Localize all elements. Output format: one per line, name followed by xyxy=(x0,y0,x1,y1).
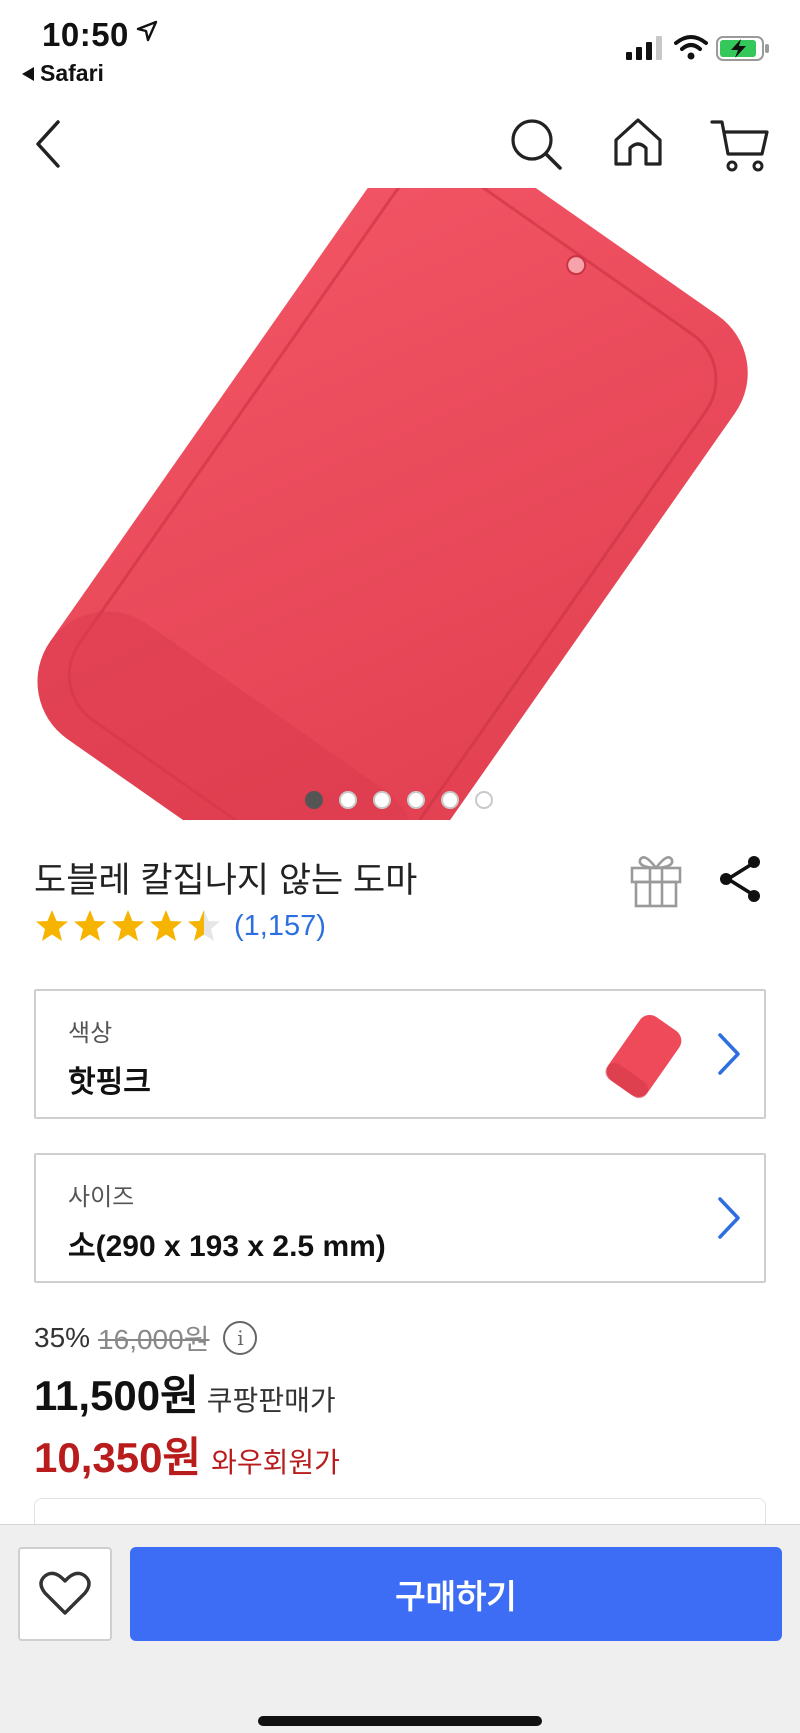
color-thumbnail xyxy=(605,1014,682,1099)
home-icon[interactable] xyxy=(610,114,666,170)
status-time: 10:50 xyxy=(42,16,129,53)
sale-price-line: 11,500원 쿠팡판매가 xyxy=(34,1362,336,1423)
size-option-selector[interactable]: 사이즈 소(290 x 193 x 2.5 mm) xyxy=(34,1153,766,1283)
back-to-safari-link[interactable]: Safari xyxy=(22,60,104,87)
image-carousel-dots xyxy=(0,791,800,809)
back-triangle-icon xyxy=(22,66,34,81)
chevron-right-icon xyxy=(718,1033,740,1075)
star-half-icon xyxy=(188,910,220,941)
gift-icon[interactable] xyxy=(628,850,684,908)
product-image[interactable] xyxy=(0,188,800,820)
wow-member-label: 와우회원가 xyxy=(211,1447,340,1478)
product-title: 도블레 칼집나지 않는 도마 xyxy=(34,861,418,900)
location-arrow-icon xyxy=(136,20,158,42)
carousel-dot[interactable] xyxy=(475,791,493,809)
price-info-icon[interactable]: i xyxy=(223,1321,258,1355)
heart-icon xyxy=(39,1571,91,1615)
back-chevron-icon[interactable] xyxy=(30,114,70,174)
size-option-label: 사이즈 xyxy=(68,1184,135,1211)
star-full-icon xyxy=(150,910,182,941)
status-bar: 10:50 Safari xyxy=(0,0,800,92)
color-option-label: 색상 xyxy=(68,1020,113,1047)
carousel-dot[interactable] xyxy=(441,791,459,809)
star-full-icon xyxy=(36,910,68,941)
discount-line: 35% 16,000원 i xyxy=(34,1318,258,1358)
share-icon[interactable] xyxy=(716,854,764,904)
chevron-right-icon xyxy=(718,1197,740,1239)
wifi-icon xyxy=(674,35,708,60)
review-count-link[interactable]: (1,157) xyxy=(234,910,326,943)
cart-icon[interactable] xyxy=(710,114,770,174)
cutting-board-image xyxy=(37,188,748,820)
rating-stars xyxy=(34,908,222,944)
battery-charging-icon xyxy=(716,36,769,61)
color-option-value: 핫핑크 xyxy=(68,1066,151,1099)
carousel-dot[interactable] xyxy=(373,791,391,809)
carousel-dot[interactable] xyxy=(339,791,357,809)
color-option-selector[interactable]: 색상 핫핑크 xyxy=(34,989,766,1119)
bottom-action-bar: 구매하기 xyxy=(0,1524,800,1733)
original-price: 16,000원 xyxy=(98,1324,210,1355)
star-full-icon xyxy=(112,910,144,941)
wow-member-price: 10,350원 xyxy=(34,1434,202,1481)
nav-bar xyxy=(0,100,800,188)
star-full-icon xyxy=(74,910,106,941)
wow-price-line: 10,350원 와우회원가 xyxy=(34,1424,340,1485)
sale-price-label: 쿠팡판매가 xyxy=(206,1385,336,1416)
home-indicator[interactable] xyxy=(258,1716,542,1726)
sale-price: 11,500원 xyxy=(34,1372,199,1419)
wishlist-button[interactable] xyxy=(18,1547,112,1641)
carousel-dot[interactable] xyxy=(305,791,323,809)
carousel-dot[interactable] xyxy=(407,791,425,809)
size-option-value: 소(290 x 193 x 2.5 mm) xyxy=(68,1230,386,1263)
search-icon[interactable] xyxy=(508,116,564,172)
back-app-label: Safari xyxy=(40,60,104,86)
buy-button[interactable]: 구매하기 xyxy=(130,1547,782,1641)
rating[interactable]: (1,157) xyxy=(34,908,326,944)
signal-icon xyxy=(626,36,662,60)
discount-rate: 35% xyxy=(34,1322,91,1353)
